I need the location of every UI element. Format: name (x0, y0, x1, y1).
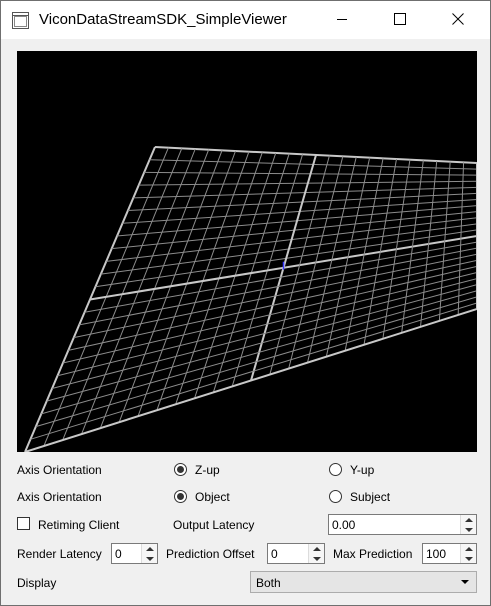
grid-line (41, 290, 477, 415)
axis-orientation-object-label: Axis Orientation (17, 490, 102, 504)
render-latency-value[interactable]: 0 (115, 547, 122, 561)
y-up-label[interactable]: Y-up (350, 463, 374, 477)
grid-line (73, 253, 477, 339)
display-selected-value[interactable]: Both (256, 576, 281, 590)
display-label: Display (17, 576, 57, 590)
object-label[interactable]: Object (195, 490, 230, 504)
chevron-down-icon (464, 556, 473, 561)
maximize-button[interactable] (377, 1, 423, 39)
z-up-radio[interactable] (174, 463, 187, 476)
grid-line (363, 158, 397, 345)
z-up-label[interactable]: Z-up (195, 463, 220, 477)
output-latency-spinbox[interactable]: 0.00 (328, 514, 477, 535)
max-prediction-label: Max Prediction (333, 547, 413, 561)
spin-up-button[interactable] (461, 544, 476, 553)
grid-line (24, 308, 477, 452)
chevron-down-icon[interactable] (461, 580, 469, 584)
display-dropdown[interactable]: Both (250, 571, 477, 593)
app-window: ViconDataStreamSDK_SimpleViewer Axis Ori… (0, 0, 491, 606)
prediction-offset-arrows (308, 544, 324, 563)
grid-line (269, 155, 330, 375)
retiming-client-label[interactable]: Retiming Client (38, 518, 119, 532)
3d-viewport[interactable] (17, 51, 477, 452)
render-latency-arrows (141, 544, 157, 563)
window-title: ViconDataStreamSDK_SimpleViewer (39, 11, 287, 28)
chevron-down-icon (145, 556, 154, 561)
chevron-up-icon (464, 517, 473, 522)
output-latency-label: Output Latency (173, 518, 255, 532)
chevron-up-icon (145, 546, 154, 551)
grid-line (30, 302, 477, 440)
max-prediction-arrows (460, 544, 476, 563)
chevron-down-icon (312, 556, 321, 561)
title-bar[interactable]: ViconDataStreamSDK_SimpleViewer (1, 1, 490, 39)
spin-up-button[interactable] (461, 515, 476, 524)
grid-line (382, 159, 411, 339)
grid-line (344, 158, 384, 351)
prediction-offset-label: Prediction Offset (166, 547, 255, 561)
axis-orientation-label: Axis Orientation (17, 463, 102, 477)
minimize-button[interactable] (319, 1, 365, 39)
render-latency-spinbox[interactable]: 0 (111, 543, 158, 564)
retiming-client-checkbox[interactable] (17, 517, 30, 530)
max-prediction-spinbox[interactable]: 100 (422, 543, 477, 564)
spin-up-button[interactable] (309, 544, 324, 553)
spin-down-button[interactable] (461, 554, 476, 563)
grid-line (46, 284, 477, 402)
spin-down-button[interactable] (461, 525, 476, 534)
grid-line (84, 241, 477, 313)
spin-down-button[interactable] (142, 554, 157, 563)
prediction-offset-value[interactable]: 0 (271, 547, 278, 561)
subject-label[interactable]: Subject (350, 490, 390, 504)
object-radio[interactable] (174, 490, 187, 503)
grid-line (35, 296, 477, 428)
subject-radio[interactable] (329, 490, 342, 503)
chevron-up-icon (312, 546, 321, 551)
grid-line (68, 259, 477, 351)
output-latency-arrows (460, 515, 476, 534)
close-icon (452, 12, 464, 28)
prediction-offset-spinbox[interactable]: 0 (267, 543, 325, 564)
render-latency-label: Render Latency (17, 547, 102, 561)
maximize-icon (394, 12, 406, 28)
chevron-up-icon (464, 546, 473, 551)
max-prediction-value[interactable]: 100 (426, 547, 446, 561)
spin-down-button[interactable] (309, 554, 324, 563)
chevron-down-icon (464, 527, 473, 532)
spin-up-button[interactable] (142, 544, 157, 553)
close-button[interactable] (435, 1, 481, 39)
output-latency-value[interactable]: 0.00 (332, 518, 355, 532)
minimize-icon (336, 13, 348, 28)
y-up-radio[interactable] (329, 463, 342, 476)
app-icon (12, 12, 29, 29)
ground-grid (24, 146, 477, 452)
grid-line (57, 272, 477, 377)
